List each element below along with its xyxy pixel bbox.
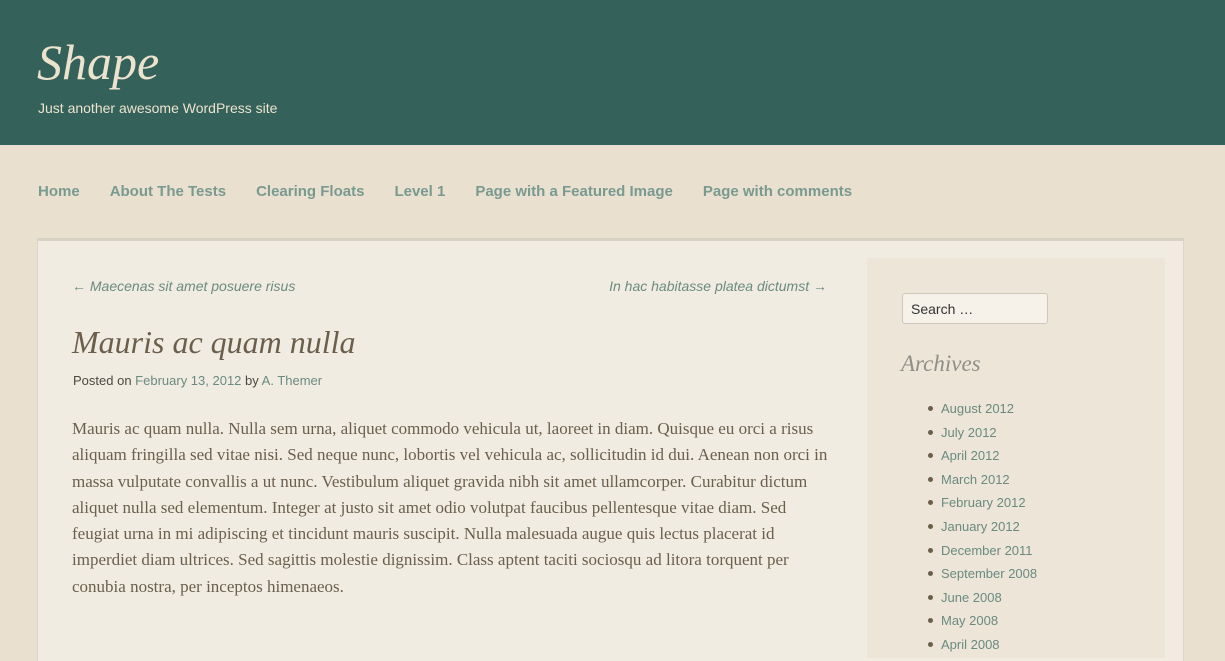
list-item: April 2012 bbox=[927, 444, 1037, 468]
post-author-link[interactable]: A. Themer bbox=[262, 373, 322, 388]
archive-link-march-2012[interactable]: March 2012 bbox=[941, 472, 1010, 487]
site-title-link[interactable]: Shape bbox=[37, 30, 159, 94]
post-content: Mauris ac quam nulla. Nulla sem urna, al… bbox=[72, 419, 828, 596]
archives-widget-title: Archives bbox=[901, 351, 981, 376]
archive-link-june-2008[interactable]: June 2008 bbox=[941, 590, 1002, 605]
site-header: Shape Just another awesome WordPress sit… bbox=[0, 0, 1225, 145]
archive-link-april-2012[interactable]: April 2012 bbox=[941, 448, 1000, 463]
nav-item-page-with-comments[interactable]: Page with comments bbox=[703, 182, 852, 202]
site-description: Just another awesome WordPress site bbox=[38, 100, 278, 116]
post-date-link[interactable]: February 13, 2012 bbox=[135, 373, 241, 388]
post-meta: Posted on February 13, 2012 by A. Themer bbox=[73, 372, 322, 389]
by-label: by bbox=[245, 373, 259, 388]
archive-link-april-2008[interactable]: April 2008 bbox=[941, 637, 1000, 652]
search-input[interactable] bbox=[902, 293, 1048, 324]
archive-link-july-2012[interactable]: July 2012 bbox=[941, 425, 997, 440]
nav-item-home[interactable]: Home bbox=[38, 182, 80, 202]
list-item: February 2012 bbox=[927, 491, 1037, 515]
nav-item-page-with-featured-image[interactable]: Page with a Featured Image bbox=[475, 182, 673, 202]
next-post-link[interactable]: In hac habitasse platea dictumst → bbox=[609, 277, 827, 295]
list-item: December 2011 bbox=[927, 539, 1037, 563]
main-navigation: Home About The Tests Clearing Floats Lev… bbox=[38, 182, 852, 202]
list-item: March 2012 bbox=[927, 468, 1037, 492]
post-title: Mauris ac quam nulla bbox=[72, 324, 356, 360]
list-item: April 2008 bbox=[927, 633, 1037, 657]
posted-on-label: Posted on bbox=[73, 373, 132, 388]
archive-link-september-2008[interactable]: September 2008 bbox=[941, 566, 1037, 581]
previous-post-link[interactable]: ← Maecenas sit amet posuere risus bbox=[72, 277, 295, 295]
archive-link-february-2012[interactable]: February 2012 bbox=[941, 495, 1026, 510]
list-item: July 2012 bbox=[927, 421, 1037, 445]
list-item: September 2008 bbox=[927, 562, 1037, 586]
list-item: June 2008 bbox=[927, 586, 1037, 610]
archive-link-january-2012[interactable]: January 2012 bbox=[941, 519, 1020, 534]
archive-link-december-2011[interactable]: December 2011 bbox=[941, 543, 1033, 558]
archives-list: August 2012 July 2012 April 2012 March 2… bbox=[927, 397, 1037, 657]
nav-item-about-the-tests[interactable]: About The Tests bbox=[110, 182, 226, 202]
nav-item-clearing-floats[interactable]: Clearing Floats bbox=[256, 182, 364, 202]
archive-link-august-2012[interactable]: August 2012 bbox=[941, 401, 1014, 416]
archive-link-may-2008[interactable]: May 2008 bbox=[941, 613, 998, 628]
list-item: May 2008 bbox=[927, 609, 1037, 633]
list-item: January 2012 bbox=[927, 515, 1037, 539]
list-item: August 2012 bbox=[927, 397, 1037, 421]
nav-item-level-1[interactable]: Level 1 bbox=[394, 182, 445, 202]
